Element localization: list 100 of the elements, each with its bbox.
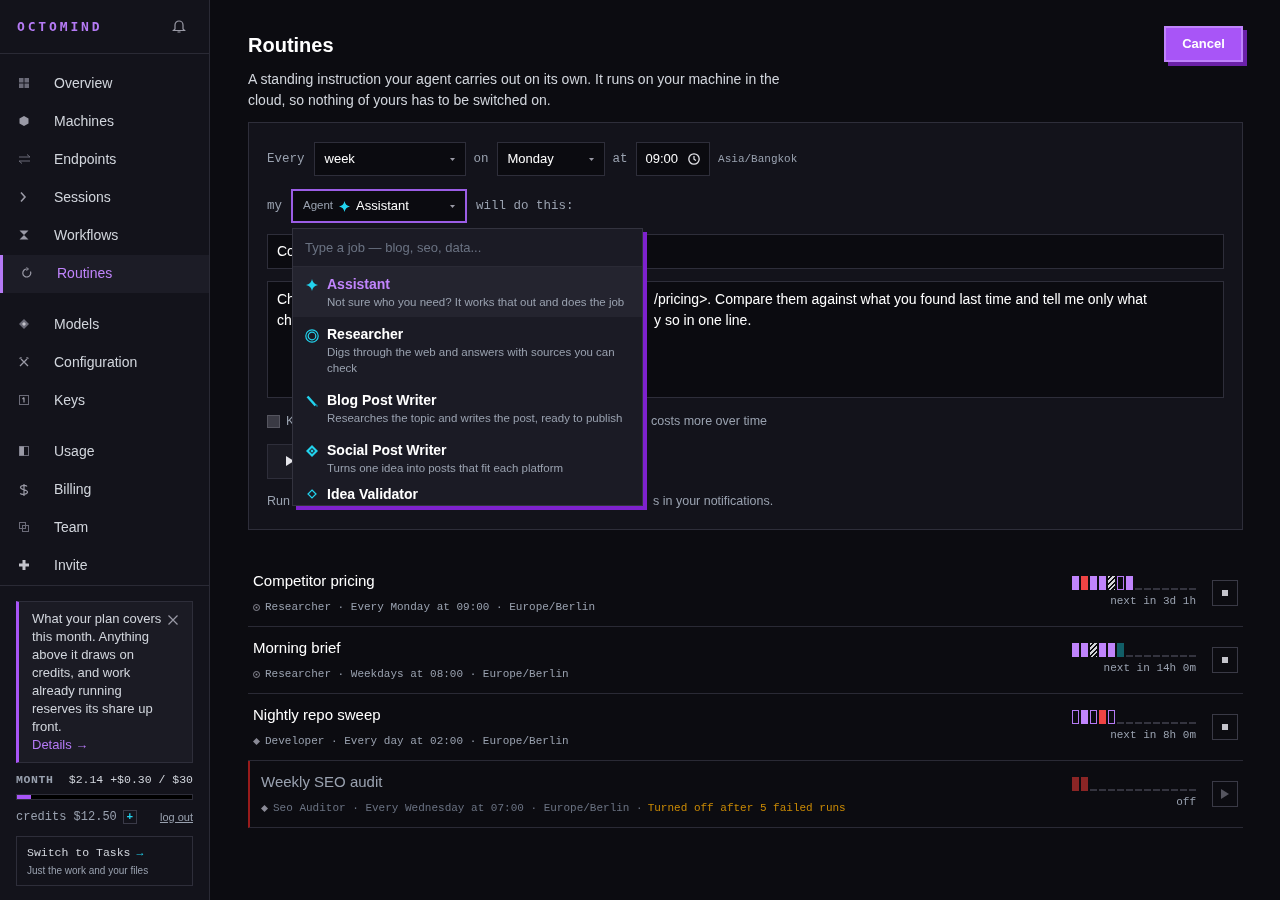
plus-icon xyxy=(19,560,30,571)
agent-option-description: Turns one idea into posts that fit each platform xyxy=(327,461,564,476)
pencil-icon xyxy=(306,395,318,407)
agent-option-name: Idea Validator xyxy=(327,486,419,503)
clock-icon xyxy=(688,153,701,165)
routine-row[interactable]: Competitor pricing Researcher · Every Monday at 09:00 · Europe/Berlin next in 3d 1h xyxy=(248,559,1243,627)
details-link[interactable]: Details → xyxy=(32,736,89,752)
diamond-icon xyxy=(261,804,268,812)
prompt-text: y so in one line. xyxy=(654,311,752,330)
routine-name: Weekly SEO audit xyxy=(261,771,384,792)
refresh-icon xyxy=(22,268,33,279)
stop-button[interactable] xyxy=(1212,713,1238,740)
page-title: Routines xyxy=(248,33,335,58)
page-description: A standing instruction your agent carries out on its own. It runs on your machine in the cloud, so nothing of yours has to be switched on. xyxy=(248,70,781,110)
nav-item[interactable]: Invite xyxy=(0,546,209,585)
suffix-label: will do this: xyxy=(476,197,574,215)
agent-option-description: Researches the topic and writes the post, ready to publish xyxy=(327,411,623,426)
agent-option[interactable]: Researcher Digs through the web and answers with sources you can check xyxy=(293,317,642,383)
agent-option[interactable]: Social Post Writer Turns one idea into posts that fit each platform xyxy=(293,433,642,483)
ring-icon xyxy=(253,603,260,611)
routine-meta: Seo Auditor · Every Wednesday at 07:00 · Europe/Berlin · xyxy=(273,801,643,816)
agent-name: Assistant xyxy=(356,197,409,216)
diamond-icon xyxy=(306,445,318,457)
dollar-icon xyxy=(19,484,30,495)
agent-option-name: Researcher xyxy=(327,326,405,343)
play-button[interactable] xyxy=(1212,780,1238,807)
checkbox[interactable] xyxy=(267,414,280,428)
agent-option[interactable]: Assistant Not sure who you need? It works that out and does the job xyxy=(293,267,642,317)
agent-prefix: Agent xyxy=(303,198,334,214)
add-credits-button[interactable]: + xyxy=(122,809,137,824)
routine-meta: Researcher · Weekdays at 08:00 · Europe/Berlin xyxy=(265,667,569,682)
caret-icon xyxy=(588,157,594,161)
budget-label: MONTH xyxy=(16,771,54,788)
nav-item[interactable]: Overview xyxy=(0,64,209,103)
key-icon xyxy=(19,395,30,406)
sparkle-icon xyxy=(306,279,318,291)
my-label: my xyxy=(267,197,282,215)
logo: OCTOMIND xyxy=(17,17,103,36)
next-run-label: next in 8h 0m xyxy=(1110,727,1196,743)
day-select[interactable]: Monday xyxy=(496,142,605,176)
stop-button[interactable] xyxy=(1212,579,1238,606)
frequency-select[interactable]: week xyxy=(313,142,466,176)
routine-meta: Researcher · Every Monday at 09:00 · Europe/Berlin xyxy=(265,600,596,615)
routine-row[interactable]: Weekly SEO audit Seo Auditor · Every Wednesday at 07:00 · Europe/Berlin · Turned off after 5 failed runs off xyxy=(248,760,1243,828)
stop-icon xyxy=(1222,589,1228,596)
time-field[interactable]: 09:00 xyxy=(635,142,711,176)
at-label: at xyxy=(612,150,628,168)
note-text: Run xyxy=(267,493,290,508)
stop-icon xyxy=(1222,723,1228,730)
next-run-label: off xyxy=(1176,794,1196,810)
credits-balance: credits $12.50 xyxy=(16,808,117,826)
nav-item[interactable]: Sessions xyxy=(0,178,209,217)
nav-item[interactable]: Billing xyxy=(0,470,209,509)
next-run-label: next in 3d 1h xyxy=(1110,593,1196,609)
diamond-icon xyxy=(19,319,30,330)
sparkle-icon xyxy=(339,200,351,212)
nav-item[interactable]: Models xyxy=(0,305,209,344)
routine-row[interactable]: Nightly repo sweep Developer · Every day at 02:00 · Europe/Berlin next in 8h 0m xyxy=(248,693,1243,761)
hourglass-icon xyxy=(19,230,30,241)
grid-icon xyxy=(19,78,30,89)
nav-item[interactable]: Routines xyxy=(0,254,209,293)
prompt-text: ch xyxy=(277,312,292,328)
arrows-icon xyxy=(19,154,30,165)
switch-title: Switch to Tasks xyxy=(27,844,131,861)
play-icon xyxy=(1221,788,1229,799)
routine-meta: Developer · Every day at 02:00 · Europe/Berlin xyxy=(265,734,569,749)
caret-icon xyxy=(450,204,455,208)
timezone-label: Asia/Bangkok xyxy=(718,151,798,167)
agent-option[interactable]: Idea Validator xyxy=(293,483,642,505)
nav-item[interactable]: Machines xyxy=(0,102,209,141)
nav-item[interactable]: Workflows xyxy=(0,216,209,255)
checkbox-label: costs more over time xyxy=(651,413,767,430)
diamond-outline-icon xyxy=(307,489,317,499)
stop-button[interactable] xyxy=(1212,646,1238,673)
prompt-text: /pricing>. Compare them against what you found last time and tell me only what xyxy=(654,290,1147,309)
switch-card[interactable]: Switch to Tasks → Just the work and your files xyxy=(16,835,193,886)
routine-row[interactable]: Morning brief Researcher · Weekdays at 08:00 · Europe/Berlin next in 14h 0m xyxy=(248,626,1243,694)
routine-name: Nightly repo sweep xyxy=(253,704,382,725)
stop-icon xyxy=(1222,656,1228,663)
note-text: s in your notifications. xyxy=(653,492,774,510)
agent-option-description: Digs through the web and answers with sources you can check xyxy=(327,345,616,376)
notice-text: What your plan covers this month. Anything above it draws on credits, and work already running reserves its share up front. xyxy=(32,609,163,736)
agent-select[interactable]: Agent Assistant xyxy=(291,189,467,223)
tools-icon xyxy=(19,357,30,368)
ring-icon xyxy=(305,329,319,343)
close-icon[interactable] xyxy=(168,614,178,625)
ring-icon xyxy=(253,670,260,678)
nav-item[interactable]: Endpoints xyxy=(0,140,209,179)
on-label: on xyxy=(473,150,489,168)
routine-name: Competitor pricing xyxy=(253,570,376,591)
nav-item[interactable]: Usage xyxy=(0,432,209,471)
agent-option-description: Not sure who you need? It works that out and does the job xyxy=(327,295,625,310)
nav-item[interactable]: Configuration xyxy=(0,343,209,382)
nav-item[interactable]: Team xyxy=(0,508,209,547)
nav-item[interactable]: Keys xyxy=(0,381,209,420)
hexagon-icon xyxy=(19,116,30,127)
caret-icon xyxy=(449,157,455,161)
switch-subtitle: Just the work and your files xyxy=(27,864,150,878)
logout-link[interactable]: log out xyxy=(159,808,193,825)
bell-icon[interactable] xyxy=(171,18,187,35)
